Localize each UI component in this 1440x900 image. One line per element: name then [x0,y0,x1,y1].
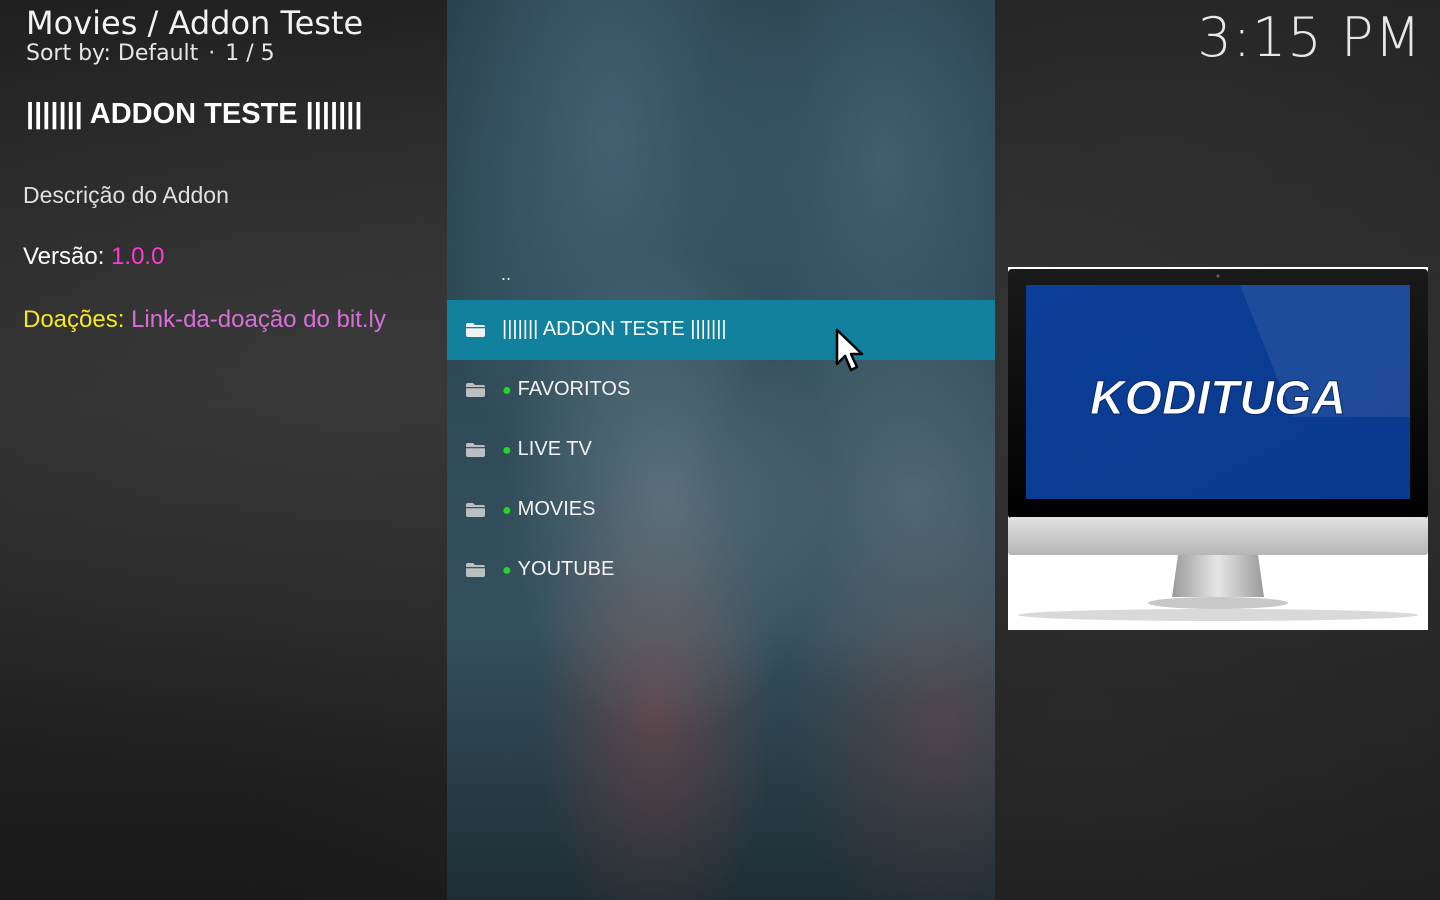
sort-info: Sort by: Default · 1 / 5 [26,41,275,66]
addon-description: Descrição do Addon [23,182,229,208]
separator-dot: · [208,41,216,66]
folder-icon [466,383,485,397]
list-item-live-tv[interactable]: ● LIVE TV [447,420,995,480]
list-item-label-wrap: ● MOVIES [502,498,595,521]
parent-folder-label: .. [501,263,512,284]
green-dot-icon: ● [502,442,512,459]
file-list-panel: .. ||||||| ADDON TESTE ||||||| ● FAVORITO… [447,0,995,900]
list-item-label: ||||||| ADDON TESTE ||||||| [502,318,727,340]
addon-version: Versão: 1.0.0 [23,243,164,271]
list-item-label: LIVE TV [517,438,592,460]
sort-label[interactable]: Sort by: Default [26,41,198,66]
kodi-screen: Movies / Addon Teste Sort by: Default · 1 … [0,0,1440,900]
version-label: Versão: [23,243,105,270]
addon-donation: Doações: Link-da-doação do bit.ly [23,306,386,334]
list-item-parent-folder[interactable]: .. [447,244,995,304]
list-item-addon-teste[interactable]: ||||||| ADDON TESTE ||||||| [447,300,995,360]
list-item-label-wrap: ● YOUTUBE [502,558,614,581]
donation-link: Link-da-doação do bit.ly [131,306,386,333]
version-value: 1.0.0 [111,243,165,270]
list-item-label-wrap: ● LIVE TV [502,438,592,461]
mouse-pointer-icon [835,328,864,372]
folder-icon [466,443,485,457]
addon-title: ||||||| ADDON TESTE ||||||| [26,98,363,130]
item-position: 1 / 5 [225,41,275,66]
list-item-favoritos[interactable]: ● FAVORITOS [447,360,995,420]
addon-poster: KODITUGA [1008,267,1428,630]
list-item-label: MOVIES [517,498,596,520]
list-item-youtube[interactable]: ● YOUTUBE [447,540,995,600]
breadcrumb-path: Movies / Addon Teste [26,4,364,42]
folder-icon [466,503,485,517]
green-dot-icon: ● [502,382,512,399]
monitor-image: KODITUGA [1008,267,1428,630]
folder-icon [466,323,485,337]
donation-label: Doações: [23,306,125,333]
list-item-label-wrap: ● FAVORITOS [502,378,630,401]
list-item-label: YOUTUBE [517,558,615,580]
green-dot-icon: ● [502,502,512,519]
poster-brand-text: KODITUGA [1090,372,1346,425]
list-item-movies[interactable]: ● MOVIES [447,480,995,540]
list-item-label: FAVORITOS [517,378,631,400]
green-dot-icon: ● [502,562,512,579]
folder-icon [466,563,485,577]
clock: 3:15 PM [1197,6,1422,69]
